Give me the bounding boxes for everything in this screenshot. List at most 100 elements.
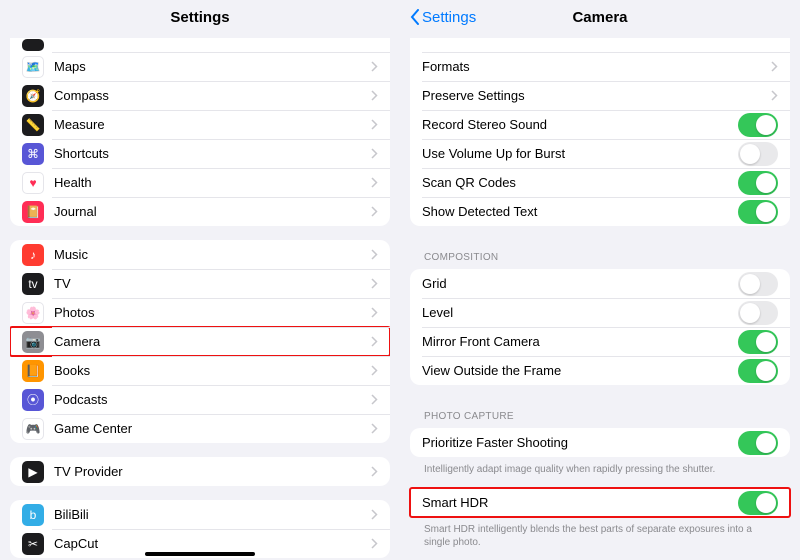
list-item-label: CapCut bbox=[54, 536, 371, 551]
navbar-right: Settings Camera bbox=[400, 0, 800, 34]
list-item-shortcuts[interactable]: ⌘ Shortcuts bbox=[10, 139, 390, 168]
chevron-right-icon bbox=[371, 61, 378, 72]
chevron-right-icon bbox=[371, 423, 378, 434]
toggle-prioritize-faster[interactable] bbox=[738, 431, 778, 455]
home-indicator[interactable] bbox=[145, 552, 255, 556]
row-preserve-settings[interactable]: Preserve Settings bbox=[410, 81, 790, 110]
group-media: ♪ Music tv TV 🌸 Photos 📷 Camera bbox=[10, 240, 390, 443]
list-item-label: TV bbox=[54, 276, 371, 291]
toggle-record-stereo[interactable] bbox=[738, 113, 778, 137]
list-item-label: BiliBili bbox=[54, 507, 371, 522]
unknown-icon bbox=[22, 39, 44, 51]
section-footer-faster: Intelligently adapt image quality when r… bbox=[410, 459, 790, 478]
list-item-label: Maps bbox=[54, 59, 371, 74]
row-view-outside: View Outside the Frame bbox=[410, 356, 790, 385]
list-item-bilibili[interactable]: b BiliBili bbox=[10, 500, 390, 529]
chevron-right-icon bbox=[371, 90, 378, 101]
chevron-left-icon bbox=[410, 9, 420, 25]
chevron-right-icon bbox=[371, 365, 378, 376]
measure-icon: 📏 bbox=[22, 114, 44, 136]
chevron-right-icon bbox=[771, 90, 778, 101]
row-label: Preserve Settings bbox=[422, 88, 771, 103]
toggle-volume-burst[interactable] bbox=[738, 142, 778, 166]
list-item-music[interactable]: ♪ Music bbox=[10, 240, 390, 269]
gamecenter-icon: 🎮 bbox=[22, 418, 44, 440]
group-smart-hdr: Smart HDR bbox=[410, 488, 790, 517]
navbar-left: Settings bbox=[0, 0, 400, 34]
podcasts-icon: ⦿ bbox=[22, 389, 44, 411]
list-item-health[interactable]: ♥ Health bbox=[10, 168, 390, 197]
group-apps-1: 🗺️ Maps 🧭 Compass 📏 Measure ⌘ Shortcuts bbox=[10, 38, 390, 226]
left-scroll[interactable]: 🗺️ Maps 🧭 Compass 📏 Measure ⌘ Shortcuts bbox=[0, 34, 400, 560]
settings-two-pane: Settings 🗺️ Maps 🧭 Compass 📏 bbox=[0, 0, 800, 560]
list-item-label: Health bbox=[54, 175, 371, 190]
row-record-slomo[interactable]: Record Slo-mo bbox=[410, 38, 790, 52]
row-record-stereo: Record Stereo Sound bbox=[410, 110, 790, 139]
shortcuts-icon: ⌘ bbox=[22, 143, 44, 165]
chevron-right-icon bbox=[371, 278, 378, 289]
journal-icon: 📔 bbox=[22, 201, 44, 223]
row-label: Smart HDR bbox=[422, 495, 738, 510]
list-item-photos[interactable]: 🌸 Photos bbox=[10, 298, 390, 327]
row-mirror-front: Mirror Front Camera bbox=[410, 327, 790, 356]
row-label: Use Volume Up for Burst bbox=[422, 146, 738, 161]
chevron-right-icon bbox=[371, 307, 378, 318]
row-formats[interactable]: Formats bbox=[410, 52, 790, 81]
list-item-label: Measure bbox=[54, 117, 371, 132]
list-item-label: Journal bbox=[54, 204, 371, 219]
right-scroll[interactable]: Record Slo-mo Formats Preserve Settings … bbox=[400, 34, 800, 560]
capcut-icon: ✂ bbox=[22, 533, 44, 555]
list-item-tv[interactable]: tv TV bbox=[10, 269, 390, 298]
row-label: Scan QR Codes bbox=[422, 175, 738, 190]
chevron-right-icon bbox=[371, 509, 378, 520]
list-item-journal[interactable]: 📔 Journal bbox=[10, 197, 390, 226]
row-label: Show Detected Text bbox=[422, 204, 738, 219]
camera-settings-pane: Settings Camera Record Slo-mo Formats Pr… bbox=[400, 0, 800, 560]
chevron-right-icon bbox=[371, 148, 378, 159]
row-prioritize-faster: Prioritize Faster Shooting bbox=[410, 428, 790, 457]
toggle-level[interactable] bbox=[738, 301, 778, 325]
compass-icon: 🧭 bbox=[22, 85, 44, 107]
maps-icon: 🗺️ bbox=[22, 56, 44, 78]
group-photo-capture: Prioritize Faster Shooting bbox=[410, 428, 790, 457]
row-scan-qr: Scan QR Codes bbox=[410, 168, 790, 197]
list-item-label: Music bbox=[54, 247, 371, 262]
toggle-smart-hdr[interactable] bbox=[738, 491, 778, 515]
back-label: Settings bbox=[422, 9, 476, 26]
group-tvprovider: ▶ TV Provider bbox=[10, 457, 390, 486]
tv-icon: tv bbox=[22, 273, 44, 295]
chevron-right-icon bbox=[371, 336, 378, 347]
toggle-detected-text[interactable] bbox=[738, 200, 778, 224]
page-title: Camera bbox=[572, 9, 627, 26]
list-item-label: TV Provider bbox=[54, 464, 371, 479]
row-smart-hdr: Smart HDR bbox=[410, 488, 790, 517]
list-item-podcasts[interactable]: ⦿ Podcasts bbox=[10, 385, 390, 414]
toggle-mirror-front[interactable] bbox=[738, 330, 778, 354]
list-item-books[interactable]: 📙 Books bbox=[10, 356, 390, 385]
row-label: Prioritize Faster Shooting bbox=[422, 435, 738, 450]
row-volume-burst: Use Volume Up for Burst bbox=[410, 139, 790, 168]
list-item-label: Compass bbox=[54, 88, 371, 103]
group-composition: Grid Level Mirror Front Camera View Outs… bbox=[410, 269, 790, 385]
list-item-gamecenter[interactable]: 🎮 Game Center bbox=[10, 414, 390, 443]
books-icon: 📙 bbox=[22, 360, 44, 382]
list-item-tvprovider[interactable]: ▶ TV Provider bbox=[10, 457, 390, 486]
list-item-compass[interactable]: 🧭 Compass bbox=[10, 81, 390, 110]
toggle-view-outside[interactable] bbox=[738, 359, 778, 383]
list-item-camera[interactable]: 📷 Camera bbox=[10, 327, 390, 356]
list-item-label: Game Center bbox=[54, 421, 371, 436]
back-button[interactable]: Settings bbox=[410, 9, 476, 26]
list-item-label: Books bbox=[54, 363, 371, 378]
list-item-maps[interactable]: 🗺️ Maps bbox=[10, 52, 390, 81]
row-level: Level bbox=[410, 298, 790, 327]
toggle-grid[interactable] bbox=[738, 272, 778, 296]
list-item-measure[interactable]: 📏 Measure bbox=[10, 110, 390, 139]
row-label: Mirror Front Camera bbox=[422, 334, 738, 349]
group-thirdparty: b BiliBili ✂ CapCut bbox=[10, 500, 390, 558]
row-cut-top[interactable] bbox=[10, 38, 390, 52]
photos-icon: 🌸 bbox=[22, 302, 44, 324]
row-label: Level bbox=[422, 305, 738, 320]
toggle-scan-qr[interactable] bbox=[738, 171, 778, 195]
list-item-label: Podcasts bbox=[54, 392, 371, 407]
tvprovider-icon: ▶ bbox=[22, 461, 44, 483]
